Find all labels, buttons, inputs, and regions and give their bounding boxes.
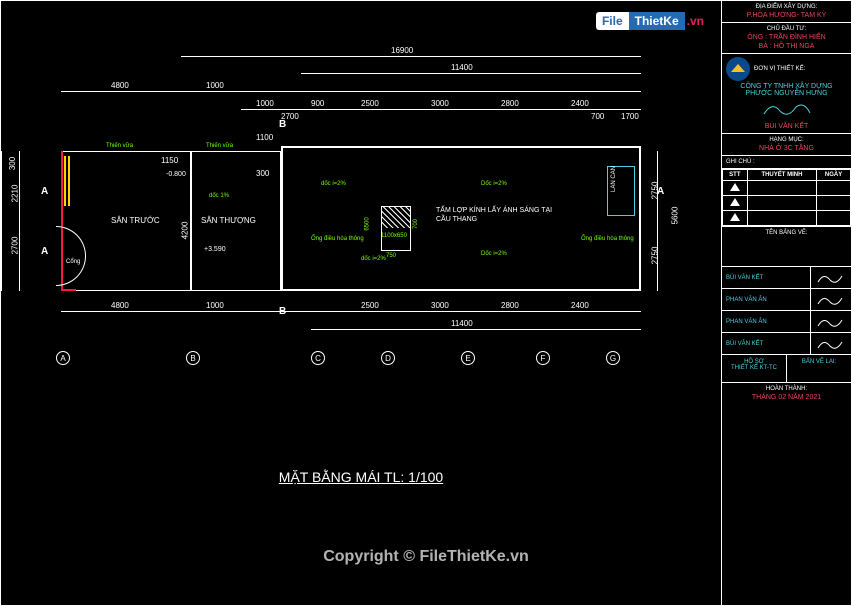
dim-line	[657, 151, 658, 291]
signature-icon	[816, 314, 846, 330]
dim: 2750	[650, 247, 659, 265]
tb-revisions: STTTHUYẾT MINHNGÀY	[722, 169, 851, 227]
grid-mark: B	[186, 351, 200, 365]
tb-owner: CHỦ ĐẦU TƯ: ÔNG : TRẦN ĐÌNH HIẾN BÀ : HỒ…	[722, 23, 851, 54]
dim: 2400	[571, 99, 589, 108]
drawing-area: 16900 11400 4800 1000 1000 900 2500 3000…	[1, 1, 721, 605]
skylight-note: TẤM LỢP KÍNH LẤY ÁNH SÁNG TẠI CẦU THANG	[436, 206, 566, 224]
triangle-icon	[730, 183, 740, 191]
dim-line	[181, 56, 641, 57]
section-mark-a: A	[41, 186, 48, 197]
dim-line	[61, 91, 641, 92]
dim-line	[241, 109, 641, 110]
slope: dốc i=2%	[321, 181, 346, 187]
hvac-note: Ống điều hòa thông	[581, 236, 634, 242]
floor-plan: 16900 11400 4800 1000 1000 900 2500 3000…	[61, 151, 661, 291]
tb-note: GHI CHÚ :	[722, 156, 851, 169]
elevation: -0.800	[166, 171, 186, 178]
dim: 2500	[361, 301, 379, 310]
triangle-icon	[730, 198, 740, 206]
section-mark-b: B	[279, 119, 286, 130]
grid-mark: E	[461, 351, 475, 365]
dim: 2500	[361, 99, 379, 108]
tb-drawing-name: TÊN BẢNG VẼ:	[722, 227, 851, 267]
dim: 2210	[10, 185, 19, 203]
dim: 700	[591, 112, 604, 121]
dim: 3000	[431, 301, 449, 310]
slope: dốc i=2%	[361, 256, 386, 262]
signature-icon	[762, 99, 812, 119]
dim-line	[311, 329, 641, 330]
gate-label: Cổng	[66, 259, 80, 265]
slope: Dốc i=2%	[481, 181, 507, 187]
company-logo-icon	[726, 57, 750, 81]
signature-icon	[816, 292, 846, 308]
balcony-label: LAN CAN	[611, 166, 617, 192]
dim: 2400	[571, 301, 589, 310]
dim: 700	[413, 219, 419, 229]
hvac-note: Ống điều hòa thông	[311, 236, 364, 242]
dim: 11400	[451, 319, 473, 328]
dim: 4800	[111, 81, 129, 90]
grid-mark: D	[381, 351, 395, 365]
slope: Dốc i=2%	[481, 251, 507, 257]
tb-category: HẠNG MỤC: NHÀ Ở 3C TẦNG	[722, 134, 851, 156]
tb-bottom: HỒ SƠ THIẾT KẾ KT-TC BẢN VẼ LẠI:	[722, 355, 851, 383]
slope-note: Thiến vữa	[206, 143, 233, 149]
drawing-title: MẶT BẰNG MÁI TL: 1/100	[279, 469, 443, 485]
dim: 900	[311, 99, 324, 108]
skylight-hatch	[381, 206, 411, 228]
front-line	[61, 289, 76, 291]
slope-note: Thiến vữa	[106, 143, 133, 149]
grid-mark: F	[536, 351, 550, 365]
dim: 4800	[111, 301, 129, 310]
section-mark-a: A	[657, 186, 664, 197]
copyright-text: Copyright © FileThietKe.vn	[323, 548, 529, 566]
dim: 1000	[256, 99, 274, 108]
triangle-icon	[730, 213, 740, 221]
grid-mark: A	[56, 351, 70, 365]
dim-total: 16900	[391, 46, 413, 55]
dim-line	[19, 151, 20, 291]
dim: 1100x650	[381, 233, 407, 239]
title-block: ĐỊA ĐIỂM XÂY DỰNG: P.HÒA HƯƠNG- TAM KỲ C…	[721, 1, 851, 605]
dim: 1700	[621, 112, 639, 121]
dim: 1150	[161, 156, 178, 165]
tb-date: HOÀN THÀNH: THÁNG 02 NĂM 2021	[722, 383, 851, 404]
dim: 1000	[206, 301, 224, 310]
signature-icon	[816, 336, 846, 352]
dim-span: 11400	[451, 63, 473, 72]
section-mark-a: A	[41, 246, 48, 257]
dim-line	[1, 151, 2, 291]
dim: 3000	[431, 99, 449, 108]
dim: 4200	[180, 222, 189, 240]
dim: 2800	[501, 301, 519, 310]
tb-signatures: BÙI VĂN KẾT PHAN VĂN ÂN PHAN VĂN ÂN BÙI …	[722, 267, 851, 355]
watermark-logo: File ThietKe .vn	[596, 12, 704, 30]
dim: 6500	[365, 217, 371, 230]
gate-hatch	[64, 156, 70, 206]
room-label-front: SÂN TRƯỚC	[111, 216, 160, 225]
dim: 300	[8, 157, 17, 170]
dim: 750	[386, 253, 396, 259]
dim-line	[61, 311, 641, 312]
tb-designer: ĐƠN VỊ THIẾT KẾ: CÔNG TY TNHH XÂY DỰNG P…	[722, 54, 851, 134]
signature-icon	[816, 270, 846, 286]
dim: 1100	[256, 133, 273, 142]
tb-location: ĐỊA ĐIỂM XÂY DỰNG: P.HÒA HƯƠNG- TAM KỲ	[722, 1, 851, 23]
room-label-terrace: SÂN THƯỢNG	[201, 216, 256, 225]
dim: 5600	[670, 207, 679, 225]
dim: 2800	[501, 99, 519, 108]
dim-line	[301, 73, 641, 74]
elevation: +3.590	[204, 246, 226, 253]
dim: 2700	[10, 237, 19, 255]
grid-mark: G	[606, 351, 620, 365]
grid-mark: C	[311, 351, 325, 365]
dim: 1000	[206, 81, 224, 90]
slope: dốc 1%	[209, 193, 229, 199]
